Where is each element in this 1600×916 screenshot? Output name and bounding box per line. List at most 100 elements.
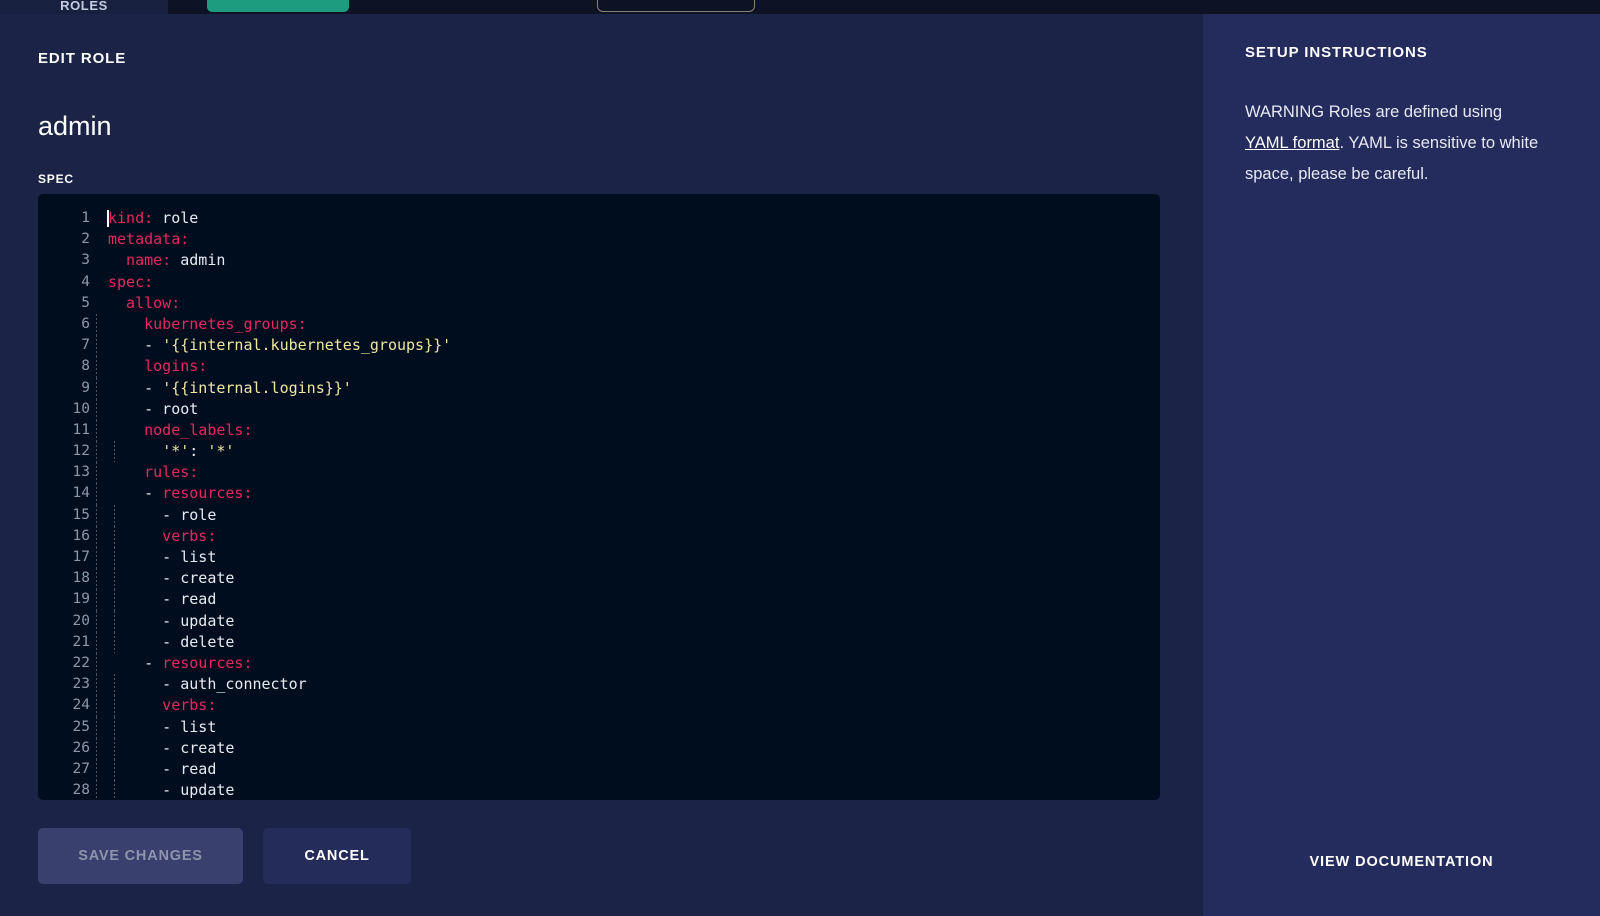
- create-role-button[interactable]: [207, 0, 349, 12]
- code-token: - root: [108, 399, 199, 418]
- code-line: 21 - delete: [38, 631, 1160, 653]
- line-content: node_labels:: [90, 419, 253, 442]
- line-content: kubernetes_groups:: [90, 313, 307, 336]
- line-number: 7: [81, 337, 90, 354]
- line-number: 24: [72, 697, 90, 714]
- line-content: name: admin: [90, 250, 225, 271]
- line-number: 20: [72, 612, 90, 629]
- yaml-format-link[interactable]: YAML format: [1245, 134, 1339, 152]
- line-content: allow:: [90, 293, 180, 314]
- line-content: verbs:: [90, 695, 217, 717]
- indent-guide: [114, 547, 115, 569]
- line-number: 15: [72, 506, 90, 523]
- code-token: '*': [162, 442, 190, 461]
- line-content: - '{{internal.kubernetes_groups}}': [90, 335, 451, 357]
- indent-guide: [114, 716, 115, 738]
- indent-guide: [96, 589, 97, 611]
- code-line: 27 - read: [38, 758, 1160, 781]
- code-line: 7 - '{{internal.kubernetes_groups}}': [38, 335, 1160, 357]
- indent-guide: [96, 377, 97, 399]
- code-token: - create: [108, 738, 235, 757]
- code-token: verbs:: [108, 696, 217, 715]
- code-line: 3 name: admin: [38, 250, 1160, 271]
- indent-guide: [96, 483, 97, 505]
- indent-guide: [96, 716, 97, 738]
- view-documentation-link[interactable]: VIEW DOCUMENTATION: [1203, 854, 1600, 870]
- line-content: - read: [90, 758, 217, 781]
- code-token: rules:: [108, 463, 199, 482]
- code-token: - read: [108, 759, 217, 778]
- line-number: 3: [81, 252, 90, 269]
- line-number: 16: [72, 527, 90, 544]
- code-line: 18 - create: [38, 568, 1160, 590]
- code-line: 11 node_labels:: [38, 419, 1160, 442]
- line-number: 11: [72, 421, 90, 438]
- search-input[interactable]: [597, 0, 755, 12]
- code-token: - delete: [108, 632, 235, 651]
- indent-guide: [96, 398, 97, 420]
- indent-guide: [96, 356, 97, 378]
- code-line: 10 - root: [38, 398, 1160, 420]
- line-number: 12: [72, 443, 90, 460]
- code-line: 17 - list: [38, 547, 1160, 569]
- code-token: resources:: [162, 484, 253, 503]
- line-number: 4: [81, 273, 90, 290]
- tab-roles[interactable]: ROLES: [0, 0, 168, 14]
- indent-guide: [114, 780, 115, 800]
- code-token: logins:: [108, 357, 208, 376]
- line-content: - resources:: [90, 483, 253, 505]
- page-body: EDIT ROLE admin SPEC 1 kind: role 2 metadat…: [0, 14, 1600, 916]
- line-number: 22: [72, 654, 90, 671]
- indent-guide: [114, 631, 115, 653]
- line-number: 17: [72, 549, 90, 565]
- line-content: spec:: [90, 272, 153, 293]
- line-number: 18: [72, 570, 90, 587]
- code-line: 9 - '{{internal.logins}}': [38, 377, 1160, 399]
- line-number: 14: [72, 485, 90, 502]
- code-token: verbs:: [108, 526, 217, 545]
- code-line: 24 verbs:: [38, 695, 1160, 717]
- code-line: 4 spec:: [38, 272, 1160, 293]
- indent-guide: [96, 631, 97, 653]
- code-token: -: [108, 484, 163, 503]
- cancel-button[interactable]: CANCEL: [263, 828, 411, 884]
- code-line: 25 - list: [38, 716, 1160, 738]
- code-token: - role: [108, 505, 217, 524]
- line-number: 5: [81, 294, 90, 311]
- line-number: 26: [72, 739, 90, 756]
- role-name-heading: admin: [38, 111, 112, 141]
- code-line: 1 kind: role: [38, 208, 1160, 229]
- line-number: 21: [72, 633, 90, 650]
- instructions-text-before-link: WARNING Roles are defined using: [1245, 103, 1503, 121]
- save-changes-button[interactable]: SAVE CHANGES: [38, 828, 243, 884]
- line-number: 25: [72, 718, 90, 735]
- indent-guide: [96, 758, 97, 781]
- code-token: - update: [108, 611, 235, 630]
- code-line: 6 kubernetes_groups:: [38, 313, 1160, 336]
- yaml-code-editor[interactable]: 1 kind: role 2 metadata: 3 name: admin 4 spec:…: [38, 194, 1160, 800]
- indent-guide: [114, 568, 115, 590]
- line-number: 6: [81, 315, 90, 332]
- code-token: role: [153, 209, 199, 227]
- code-line: 28 - update: [38, 780, 1160, 800]
- code-editor-content: 1 kind: role 2 metadata: 3 name: admin 4 spec:…: [38, 194, 1160, 800]
- indent-guide: [96, 419, 97, 442]
- code-line: 13 rules:: [38, 462, 1160, 484]
- indent-guide: [114, 610, 115, 632]
- code-token: - list: [108, 548, 217, 566]
- indent-guide: [114, 441, 115, 463]
- indent-guide: [114, 589, 115, 611]
- line-content: - resources:: [90, 652, 253, 675]
- indent-guide: [96, 610, 97, 632]
- code-token: - create: [108, 569, 235, 588]
- setup-instructions-pane: SETUP INSTRUCTIONS WARNING Roles are def…: [1203, 14, 1600, 916]
- code-token: admin: [171, 251, 226, 270]
- line-content: - read: [90, 589, 216, 611]
- line-content: kind: role: [90, 208, 198, 229]
- code-line: 5 allow:: [38, 293, 1160, 314]
- line-content: - update: [90, 610, 235, 632]
- line-content: - create: [90, 737, 235, 759]
- code-token: node_labels:: [108, 420, 253, 439]
- code-line: 2 metadata:: [38, 229, 1160, 250]
